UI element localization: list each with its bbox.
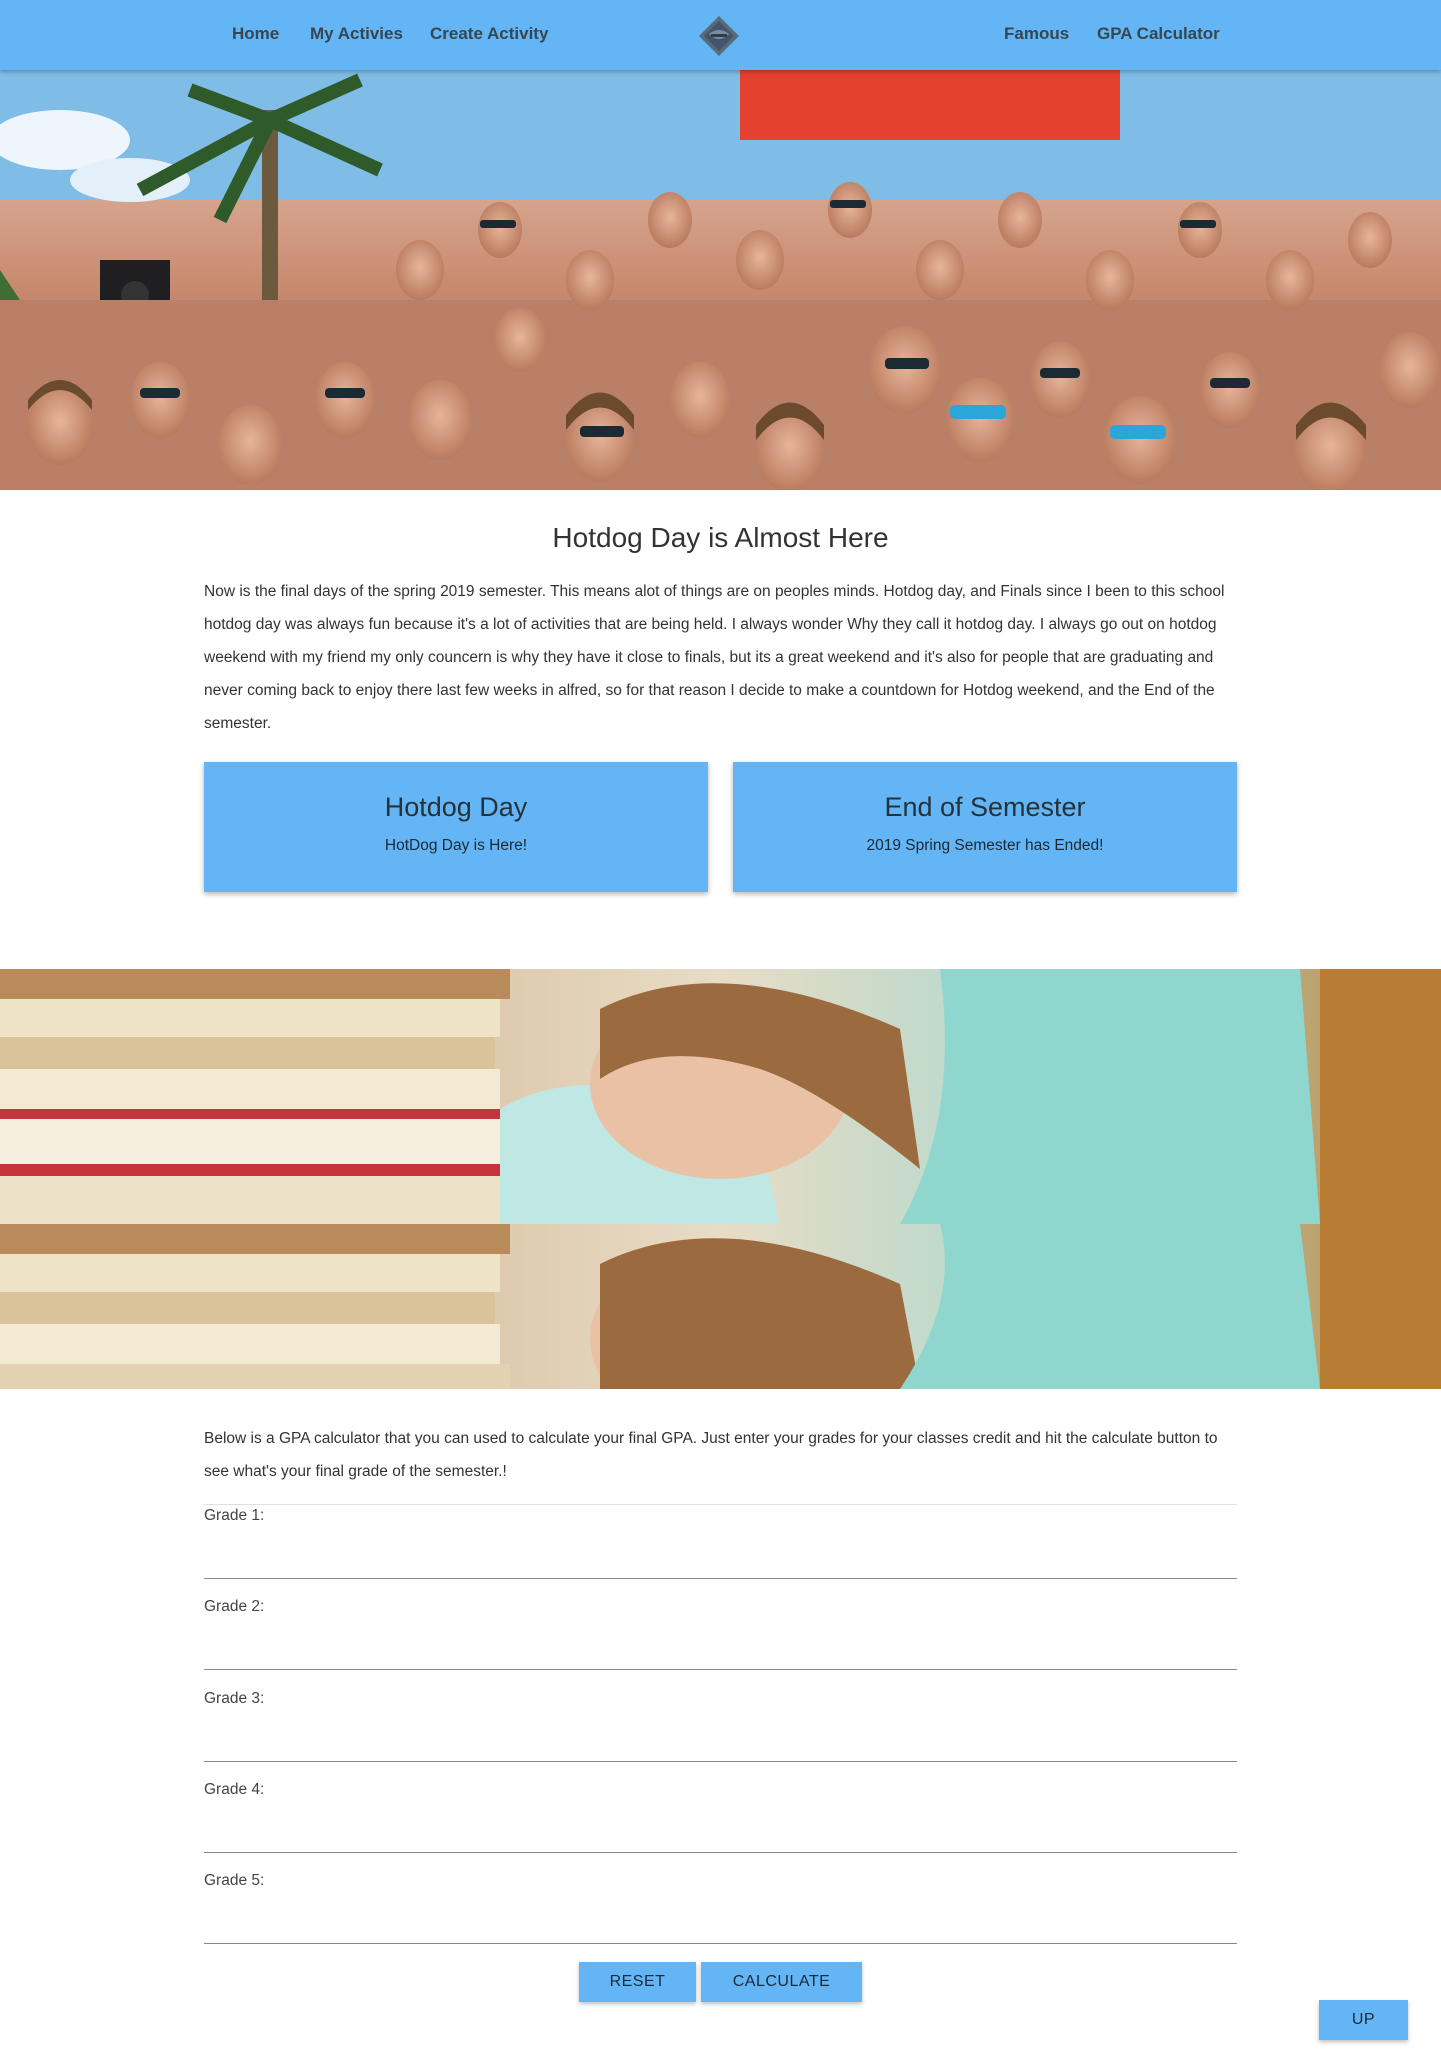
end-of-semester-card: End of Semester 2019 Spring Semester has… [733,762,1237,892]
grade-2-input[interactable] [204,1636,1237,1670]
calculate-button[interactable]: CALCULATE [701,1962,862,2002]
card-text: HotDog Day is Here! [384,837,528,854]
grade-1-input[interactable] [204,1545,1237,1579]
card-title: Hotdog Day [384,792,528,822]
study-banner-image [0,969,1441,1389]
grade-3-input[interactable] [204,1728,1237,1762]
reset-button[interactable]: RESET [579,1962,696,2002]
hero-crowd-image [0,70,1441,490]
divider [204,1504,1237,1505]
intro-paragraph: Now is the final days of the spring 2019… [204,583,1225,732]
nav-create-activity[interactable]: Create Activity [430,24,548,44]
grade-5-label: Grade 5: [204,1872,265,1889]
navbar: Home My Activies Create Activity Famous … [0,0,1441,70]
card-title: End of Semester [884,792,1086,822]
nav-my-activities[interactable]: My Activies [310,24,403,44]
diamond-logo-icon[interactable] [697,14,741,58]
grade-4-input[interactable] [204,1819,1237,1853]
grade-1-label: Grade 1: [204,1507,265,1524]
gpa-intro-text: Below is a GPA calculator that you can u… [204,1430,1218,1480]
grade-2-label: Grade 2: [204,1598,265,1615]
card-text: 2019 Spring Semester has Ended! [866,837,1104,854]
page-title: Hotdog Day is Almost Here [552,522,889,553]
nav-gpa-calculator[interactable]: GPA Calculator [1097,24,1220,44]
hotdog-day-card: Hotdog Day HotDog Day is Here! [204,762,708,892]
nav-home[interactable]: Home [232,24,279,44]
grade-4-label: Grade 4: [204,1781,265,1798]
grade-5-input[interactable] [204,1910,1237,1944]
scroll-up-button[interactable]: UP [1319,2000,1408,2040]
nav-famous[interactable]: Famous [1004,24,1069,44]
sleeping-student-photo [0,969,1441,1389]
crowd-photo [0,70,1441,490]
grade-3-label: Grade 3: [204,1690,265,1707]
